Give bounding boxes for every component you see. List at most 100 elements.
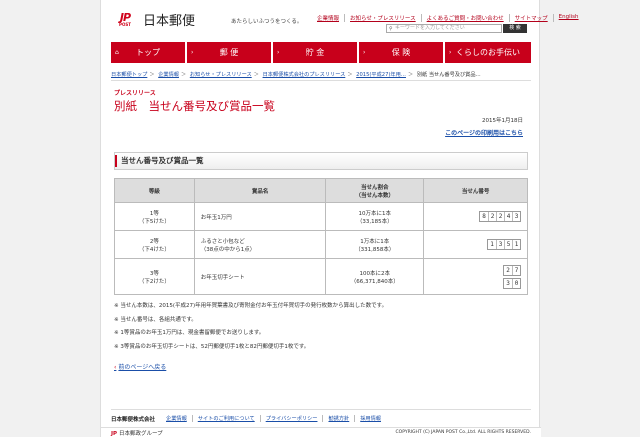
search-input[interactable]: ⚲ キーワードを入力してください bbox=[386, 24, 502, 33]
grade-sub: （下4けた） bbox=[138, 246, 170, 253]
digit: 1 bbox=[512, 240, 520, 249]
breadcrumb-link[interactable]: 2015(平成27)年用… bbox=[356, 72, 406, 78]
table-row: 2等 （下4けた） ふるさと小包など （38点の中から1点） 1万本に1本 （3… bbox=[114, 230, 528, 259]
copyright: COPYRIGHT (C) JAPAN POST Co.,Ltd. ALL RI… bbox=[395, 430, 531, 435]
breadcrumb: 日本郵便トップ＞ 企業情報＞ お知らせ・プレスリリース＞ 日本郵便株式会社のプレ… bbox=[111, 72, 481, 78]
footer-link-terms[interactable]: サイトのご利用について bbox=[191, 415, 260, 422]
search-button[interactable]: 検 索 bbox=[503, 24, 527, 33]
grade: 2等 bbox=[149, 238, 159, 245]
digit: 4 bbox=[504, 212, 512, 221]
toplink-english[interactable]: English bbox=[552, 14, 584, 22]
nav-life[interactable]: › くらしのお手伝い bbox=[445, 42, 531, 63]
cell-grade: 3等 （下2けた） bbox=[114, 258, 195, 295]
winning-number: 3 0 bbox=[503, 277, 521, 289]
grade-sub: （下5けた） bbox=[138, 218, 170, 225]
toplink-news[interactable]: お知らせ・プレスリリース bbox=[344, 14, 421, 22]
breadcrumb-current: 別紙 当せん番号及び賞品… bbox=[416, 72, 481, 78]
search-form: ⚲ キーワードを入力してください 検 索 bbox=[386, 24, 527, 33]
group-logo[interactable]: JP 日本郵政グループ bbox=[111, 429, 163, 437]
digit: 0 bbox=[512, 278, 520, 288]
ratio: 100本に2本 bbox=[359, 270, 391, 277]
search-placeholder: キーワードを入力してください bbox=[395, 25, 465, 31]
cell-numbers: 1 3 5 1 bbox=[423, 230, 528, 259]
nav-mail[interactable]: › 郵 便 bbox=[187, 42, 271, 63]
prize: ふるさと小包など bbox=[200, 238, 245, 245]
group-logo-text: 日本郵政グループ bbox=[119, 431, 163, 437]
cell-ratio: 10万本に1本 （33,185本） bbox=[325, 202, 425, 231]
breadcrumb-link[interactable]: 日本郵便トップ bbox=[111, 72, 147, 78]
note: ※ 1等賞品のお年玉1万円は、現金書留郵便でお送りします。 bbox=[114, 330, 265, 336]
winning-number-stack: 2 7 3 0 bbox=[503, 264, 521, 289]
th-prize: 賞品名 bbox=[193, 178, 327, 203]
digit: 5 bbox=[504, 240, 512, 249]
print-version-link[interactable]: このページの印刷用はこちら bbox=[445, 128, 523, 137]
section-heading: 当せん番号及び賞品一覧 bbox=[114, 152, 528, 170]
breadcrumb-link[interactable]: お知らせ・プレスリリース bbox=[190, 72, 252, 78]
group-logo-mark: JP bbox=[111, 431, 118, 437]
ratio: 10万本に1本 bbox=[358, 210, 392, 217]
prize-sub: （38点の中から1点） bbox=[200, 246, 256, 253]
divider bbox=[111, 409, 531, 410]
th-ratio: 当せん割合 （当せん本数） bbox=[325, 178, 425, 203]
nav-label: トップ bbox=[136, 48, 160, 57]
prize: お年玉1万円 bbox=[200, 214, 232, 221]
digit: 8 bbox=[482, 213, 486, 220]
jp-post-logo-icon: JP POST bbox=[111, 12, 139, 28]
arrow-icon: › bbox=[191, 49, 194, 56]
note: ※ 当せん番号は、各組共通です。 bbox=[114, 316, 197, 323]
cell-numbers: 2 7 3 0 bbox=[423, 258, 528, 295]
toplink-faq[interactable]: よくあるご質問・お問い合わせ bbox=[420, 14, 509, 22]
nav-label: 郵 便 bbox=[219, 48, 239, 57]
divider bbox=[111, 80, 531, 81]
winning-number: 2 7 bbox=[503, 264, 521, 276]
back-link[interactable]: ‹ 前のページへ戻る bbox=[114, 362, 166, 371]
release-date: 2015年1月18日 bbox=[482, 118, 523, 124]
digit: 2 bbox=[496, 212, 504, 221]
page-title: 別紙 当せん番号及び賞品一覧 bbox=[114, 99, 275, 113]
nav-savings[interactable]: › 貯 金 bbox=[273, 42, 357, 63]
count: （33,185本） bbox=[356, 218, 393, 225]
chevron-left-icon: ‹ bbox=[114, 364, 117, 371]
grade: 3等 bbox=[149, 270, 159, 277]
footer-link-corporate[interactable]: 企業情報 bbox=[161, 415, 192, 422]
th-numbers: 当せん番号 bbox=[423, 178, 528, 203]
cell-prize: お年玉切手シート bbox=[193, 258, 327, 295]
cell-ratio: 1万本に1本 （331,858本） bbox=[325, 230, 425, 259]
footer-link-solicitation[interactable]: 勧誘方針 bbox=[322, 415, 354, 422]
toplink-corporate[interactable]: 企業情報 bbox=[312, 14, 344, 22]
cell-grade: 1等 （下5けた） bbox=[114, 202, 195, 231]
digit: 3 bbox=[512, 212, 520, 221]
table-row: 1等 （下5けた） お年玉1万円 10万本に1本 （33,185本） 8 2 2… bbox=[114, 202, 528, 231]
cell-prize: ふるさと小包など （38点の中から1点） bbox=[193, 230, 327, 259]
search-icon: ⚲ bbox=[389, 26, 393, 32]
cell-ratio: 100本に2本 （66,371,840本） bbox=[325, 258, 425, 295]
footer-link-careers[interactable]: 採用情報 bbox=[354, 415, 386, 422]
nav-insurance[interactable]: › 保 険 bbox=[359, 42, 443, 63]
back-link-label: 前のページへ戻る bbox=[118, 364, 167, 371]
footer-link-privacy[interactable]: プライバシーポリシー bbox=[259, 415, 323, 422]
prize-table: 等級 賞品名 当せん割合 （当せん本数） 当せん番号 1等 （下5けた） お年玉… bbox=[114, 178, 528, 295]
ratio: 1万本に1本 bbox=[360, 238, 390, 245]
note: ※ 3等賞品のお年玉切手シートは、52円郵便切手1枚と82円郵便切手1枚です。 bbox=[114, 343, 310, 350]
footer-bar: JP 日本郵政グループ COPYRIGHT (C) JAPAN POST Co.… bbox=[101, 427, 541, 437]
toplink-sitemap[interactable]: サイトマップ bbox=[508, 14, 553, 22]
cell-grade: 2等 （下4けた） bbox=[114, 230, 195, 259]
note: ※ 当せん本数は、2015(平成27)年用年賀葉書及び寄附金付お年玉付年賀切手の… bbox=[114, 303, 388, 309]
nav-label: くらしのお手伝い bbox=[456, 48, 520, 57]
prize: お年玉切手シート bbox=[200, 274, 245, 281]
winning-number: 1 3 5 1 bbox=[487, 239, 521, 250]
breadcrumb-link[interactable]: 日本郵便株式会社のプレスリリース bbox=[263, 72, 346, 78]
th-grade: 等級 bbox=[114, 178, 195, 203]
footer-company: 日本郵便株式会社 bbox=[111, 417, 156, 423]
release-label: プレスリリース bbox=[114, 90, 156, 97]
nav-label: 保 険 bbox=[391, 48, 411, 57]
global-nav: ⌂ トップ › 郵 便 › 貯 金 › 保 険 › くらしのお手伝い bbox=[111, 42, 531, 63]
nav-top[interactable]: ⌂ トップ bbox=[111, 42, 185, 63]
arrow-icon: › bbox=[363, 49, 366, 56]
digit: 3 bbox=[506, 279, 510, 287]
grade-sub: （下2けた） bbox=[138, 278, 170, 285]
site-logo[interactable]: JP POST 日本郵便 bbox=[111, 10, 195, 30]
arrow-icon: › bbox=[449, 49, 452, 56]
cell-prize: お年玉1万円 bbox=[193, 202, 327, 231]
breadcrumb-link[interactable]: 企業情報 bbox=[158, 72, 179, 78]
